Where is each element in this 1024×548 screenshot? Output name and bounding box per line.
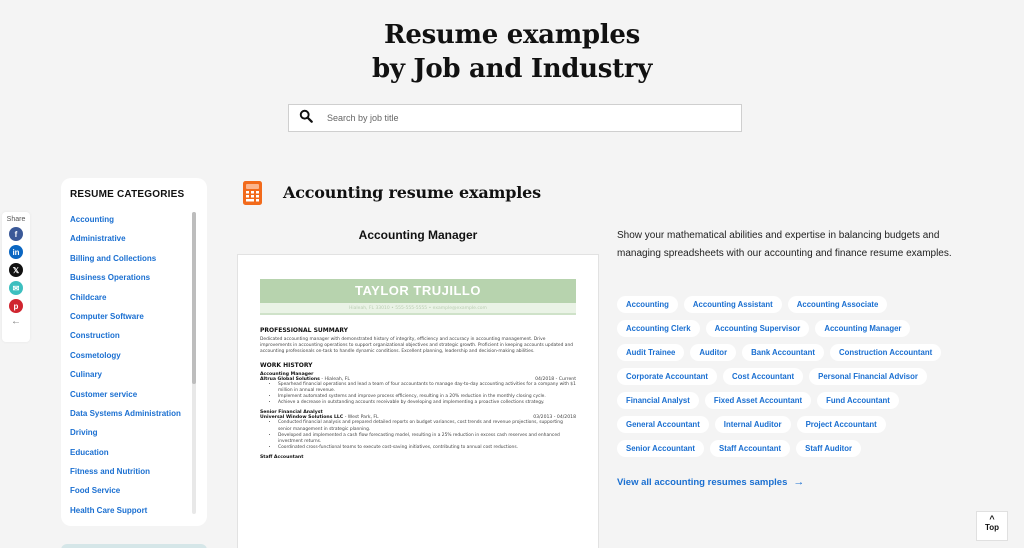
resume-job: Senior Financial Analyst Universal Windo… bbox=[260, 410, 576, 451]
sidebar-title: RESUME CATEGORIES bbox=[70, 189, 185, 200]
calculator-icon bbox=[243, 181, 262, 210]
pinterest-icon[interactable]: p bbox=[9, 299, 23, 313]
job-title-tag[interactable]: Staff Accountant bbox=[710, 440, 791, 457]
sidebar-category-link[interactable]: Food Service bbox=[70, 485, 207, 504]
back-to-top-button[interactable]: ^ Top bbox=[976, 511, 1008, 541]
resume-job-bullets: Conducted financial analysis and prepare… bbox=[272, 420, 576, 451]
share-bar: Share f in 𝕏 ✉ p ← bbox=[2, 212, 30, 342]
job-title-tag[interactable]: Construction Accountant bbox=[829, 344, 942, 361]
job-title-tag[interactable]: Corporate Accountant bbox=[617, 368, 718, 385]
back-arrow-icon[interactable]: ← bbox=[11, 316, 21, 327]
job-title-tag[interactable]: Senior Accountant bbox=[617, 440, 705, 457]
sidebar-category-link[interactable]: Billing and Collections bbox=[70, 253, 207, 272]
sidebar-category-link[interactable]: Driving bbox=[70, 427, 207, 446]
sidebar-scrollbar-thumb[interactable] bbox=[192, 212, 196, 384]
resume-preview[interactable]: TAYLOR TRUJILLO Hialeah, FL 33010 • 555-… bbox=[237, 254, 599, 548]
resume-job: Accounting Manager Altrua Global Solutio… bbox=[260, 372, 576, 407]
resume-summary-heading: PROFESSIONAL SUMMARY bbox=[260, 327, 349, 334]
sidebar-category-link[interactable]: Education bbox=[70, 447, 207, 466]
resume-bullet: Spearhead financial operations and lead … bbox=[278, 382, 576, 394]
page-title-line2: by Job and Industry bbox=[371, 54, 653, 84]
category-description: Show your mathematical abilities and exp… bbox=[617, 230, 952, 259]
job-title-tag[interactable]: Auditor bbox=[690, 344, 737, 361]
job-title-tag[interactable]: Accounting Supervisor bbox=[705, 320, 810, 337]
arrow-right-icon: → bbox=[793, 476, 805, 488]
resume-job-bullets: Spearhead financial operations and lead … bbox=[272, 382, 576, 407]
job-title-tag[interactable]: Accounting Associate bbox=[787, 296, 888, 313]
job-title-tags: Accounting Accounting Assistant Accounting… bbox=[617, 296, 962, 457]
job-title-tag[interactable]: Accounting Clerk bbox=[617, 320, 700, 337]
resume-bullet: Developed and implemented a cash flow fo… bbox=[278, 433, 576, 445]
job-title-tag[interactable]: General Accountant bbox=[617, 416, 709, 433]
job-title-tag[interactable]: Internal Auditor bbox=[714, 416, 791, 433]
back-to-top-label: Top bbox=[984, 523, 1000, 532]
job-title-tag[interactable]: Audit Trainee bbox=[617, 344, 685, 361]
job-title-tag[interactable]: Staff Auditor bbox=[796, 440, 862, 457]
search-icon bbox=[299, 109, 313, 128]
resume-name: TAYLOR TRUJILLO bbox=[260, 279, 576, 303]
resume-work-heading: WORK HISTORY bbox=[260, 361, 313, 369]
job-title-tag[interactable]: Financial Analyst bbox=[617, 392, 699, 409]
sidebar-category-link[interactable]: Health Care Support bbox=[70, 505, 207, 524]
sidebar-category-link[interactable]: Customer service bbox=[70, 389, 207, 408]
category-list: Accounting Administrative Billing and Coll… bbox=[70, 214, 207, 524]
sidebar-category-link[interactable]: Data Systems Administration bbox=[70, 408, 207, 427]
job-title-tag[interactable]: Accounting bbox=[617, 296, 678, 313]
job-title-tag[interactable]: Accounting Assistant bbox=[683, 296, 782, 313]
resume-job: Staff Accountant bbox=[260, 455, 576, 460]
linkedin-icon[interactable]: in bbox=[9, 245, 23, 259]
sidebar-category-link[interactable]: Culinary bbox=[70, 369, 207, 388]
section-title: Accounting resume examples bbox=[283, 183, 541, 202]
resume-job-dates: 04/2018 - Current bbox=[535, 376, 576, 382]
search-box[interactable] bbox=[288, 104, 742, 132]
sidebar-category-link[interactable]: Administrative bbox=[70, 233, 207, 252]
sidebar-scrollbar[interactable] bbox=[192, 212, 196, 514]
next-sidebar-card bbox=[61, 544, 207, 548]
sidebar-category-link[interactable]: Cosmetology bbox=[70, 350, 207, 369]
job-title-tag[interactable]: Fund Accountant bbox=[817, 392, 899, 409]
share-label: Share bbox=[6, 216, 26, 223]
job-title-tag[interactable]: Personal Financial Advisor bbox=[809, 368, 927, 385]
facebook-icon[interactable]: f bbox=[9, 227, 23, 241]
sidebar-category-link[interactable]: Childcare bbox=[70, 292, 207, 311]
resume-job-title: Staff Accountant bbox=[260, 455, 304, 461]
job-title-tag[interactable]: Accounting Manager bbox=[815, 320, 911, 337]
resume-summary: Dedicated accounting manager with demons… bbox=[260, 337, 574, 355]
resume-job-location: - Hialeah, FL bbox=[319, 376, 350, 382]
sidebar-category-link[interactable]: Construction bbox=[70, 330, 207, 349]
job-title-tag[interactable]: Fixed Asset Accountant bbox=[704, 392, 812, 409]
view-all-label: View all accounting resumes samples bbox=[617, 477, 788, 488]
page-title: Resume examples by Job and Industry bbox=[0, 18, 1024, 86]
sidebar-category-link[interactable]: Fitness and Nutrition bbox=[70, 466, 207, 485]
resume-bullet: Coordinated cross-functional teams to ex… bbox=[278, 445, 576, 451]
email-icon[interactable]: ✉ bbox=[9, 281, 23, 295]
sidebar-category-link[interactable]: Accounting bbox=[70, 214, 207, 233]
view-all-link[interactable]: View all accounting resumes samples → bbox=[617, 476, 804, 488]
resume-categories-sidebar: RESUME CATEGORIES Accounting Administrati… bbox=[61, 178, 207, 526]
resume-example-title[interactable]: Accounting Manager bbox=[237, 228, 599, 242]
job-title-tag[interactable]: Cost Accountant bbox=[723, 368, 804, 385]
page-title-line1: Resume examples bbox=[384, 20, 640, 50]
search-input[interactable] bbox=[327, 113, 707, 123]
job-title-tag[interactable]: Project Accountant bbox=[796, 416, 886, 433]
x-icon[interactable]: 𝕏 bbox=[9, 263, 23, 277]
resume-bullet: Achieve a decrease in outstanding accoun… bbox=[278, 400, 576, 406]
sidebar-category-link[interactable]: Computer Software bbox=[70, 311, 207, 330]
resume-bullet: Conducted financial analysis and prepare… bbox=[278, 420, 576, 432]
job-title-tag[interactable]: Bank Accountant bbox=[742, 344, 824, 361]
resume-contact: Hialeah, FL 33010 • 555-555-5555 • examp… bbox=[260, 303, 576, 315]
sidebar-category-link[interactable]: Business Operations bbox=[70, 272, 207, 291]
chevron-up-icon: ^ bbox=[989, 514, 995, 524]
